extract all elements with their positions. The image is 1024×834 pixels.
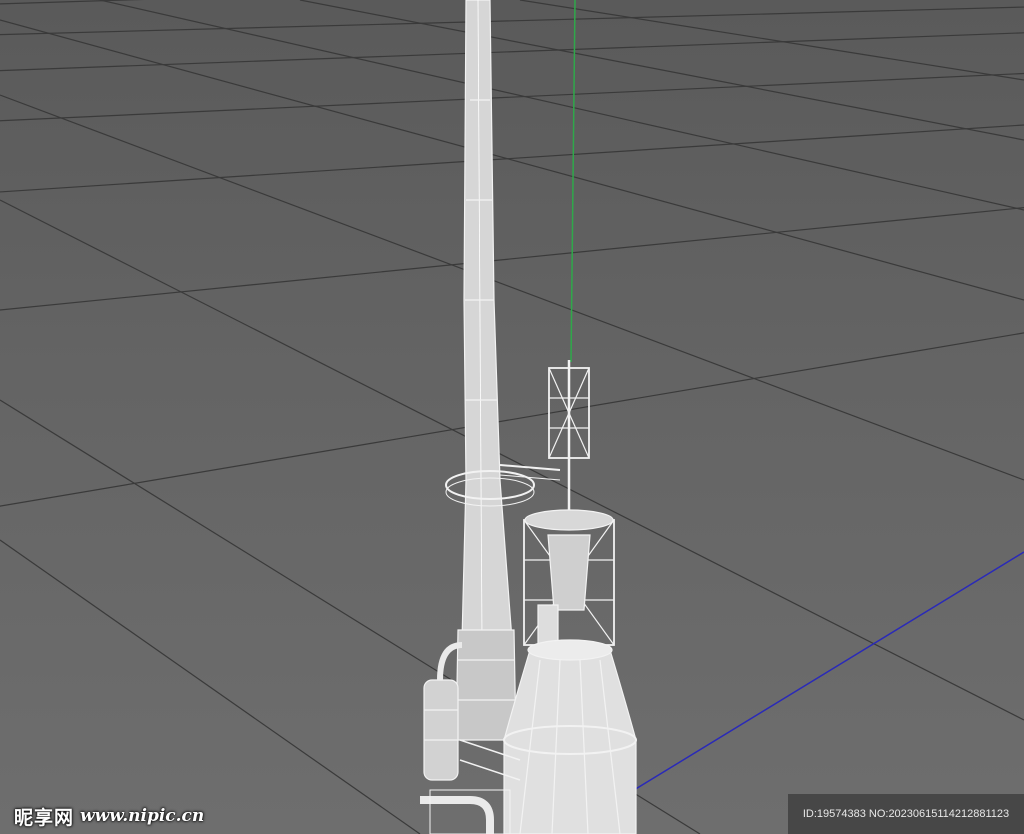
watermark-logo-text: 昵享网 xyxy=(14,806,75,829)
viewport-scene[interactable] xyxy=(0,0,1024,834)
watermark-url: www.nipic.cn xyxy=(80,806,205,826)
3d-viewport[interactable]: 昵享网 www.nipic.cn ID:19574383 NO:20230615… xyxy=(0,0,1024,834)
z-axis-line xyxy=(633,551,1024,791)
watermark-id-text: ID:19574383 NO:20230615114212881123 xyxy=(802,808,1010,820)
watermark-logo: 昵享网 www.nipic.cn xyxy=(14,802,204,830)
watermark-id-badge: ID:19574383 NO:20230615114212881123 xyxy=(788,794,1024,834)
y-axis-line xyxy=(570,0,576,363)
